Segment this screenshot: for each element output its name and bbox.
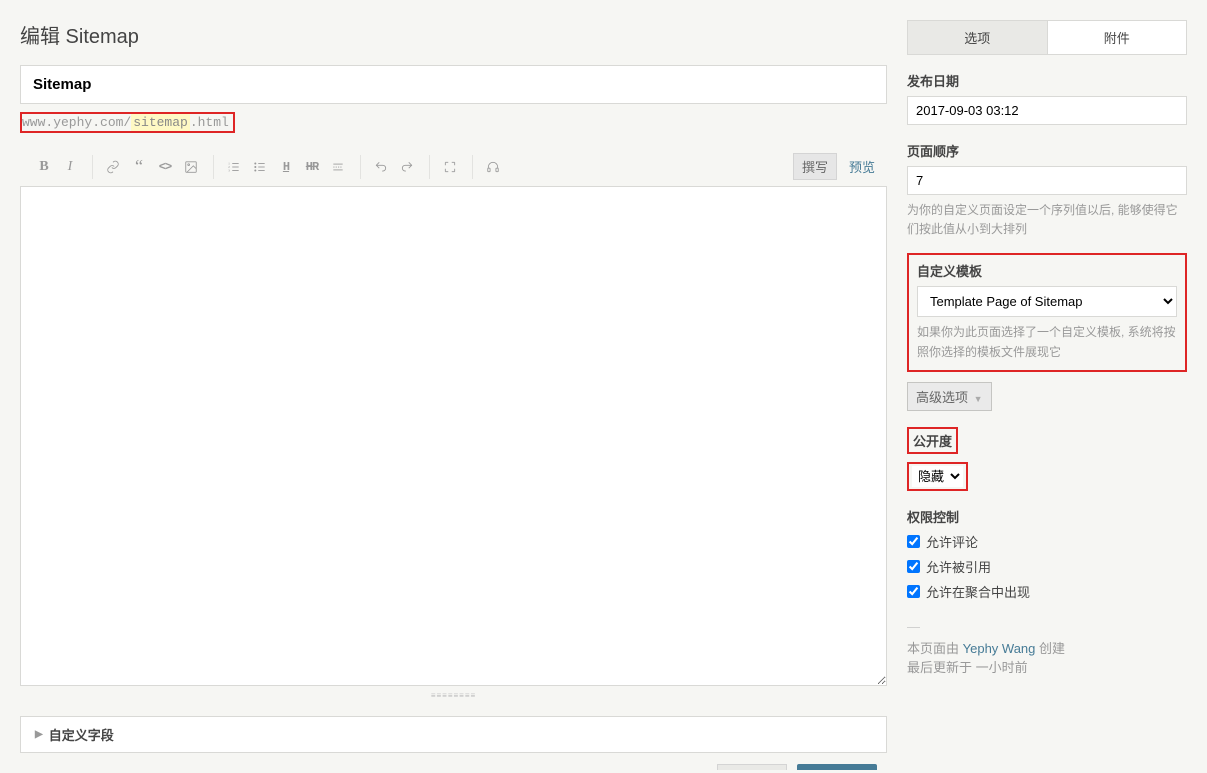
perm-aggregate[interactable]: 允许在聚合中出现 xyxy=(907,582,1187,601)
write-tab[interactable]: 撰写 xyxy=(793,153,837,180)
custom-fields-label: 自定义字段 xyxy=(49,725,114,744)
editor-toolbar: B I “ <> 123 H HR xyxy=(20,147,887,186)
title-input[interactable] xyxy=(20,65,887,104)
footer-button-peek-2 xyxy=(797,764,877,770)
permission-label: 权限控制 xyxy=(907,507,1187,526)
svg-text:3: 3 xyxy=(228,168,230,172)
advanced-options-label: 高级选项 xyxy=(916,390,968,405)
meta-info: — 本页面由 Yephy Wang 创建 最后更新于 一小时前 xyxy=(907,619,1187,676)
headphones-button[interactable] xyxy=(481,155,505,179)
tab-attachments[interactable]: 附件 xyxy=(1047,21,1187,54)
publish-date-input[interactable] xyxy=(907,96,1187,125)
quote-button[interactable]: “ xyxy=(127,155,151,179)
content-editor[interactable] xyxy=(20,186,887,686)
advanced-options-button[interactable]: 高级选项 ▼ xyxy=(907,382,992,411)
unordered-list-button[interactable] xyxy=(248,155,272,179)
permalink-domain: www.yephy.com/ xyxy=(22,115,131,130)
perm-comment[interactable]: 允许评论 xyxy=(907,532,1187,551)
visibility-label: 公开度 xyxy=(907,427,958,454)
page-order-help: 为你的自定义页面设定一个序列值以后, 能够使得它们按此值从小到大排列 xyxy=(907,201,1187,239)
preview-tab[interactable]: 预览 xyxy=(841,154,883,179)
caret-down-icon: ▼ xyxy=(974,394,983,404)
meta-updated: 最后更新于 一小时前 xyxy=(907,657,1187,676)
image-button[interactable] xyxy=(179,155,203,179)
tab-options[interactable]: 选项 xyxy=(908,21,1047,54)
page-order-label: 页面顺序 xyxy=(907,141,1187,160)
undo-button[interactable] xyxy=(369,155,393,179)
footer-button-peek-1 xyxy=(717,764,787,770)
template-section: 自定义模板 Template Page of Sitemap 如果你为此页面选择… xyxy=(907,253,1187,371)
chevron-right-icon: ▶ xyxy=(35,729,43,740)
template-select[interactable]: Template Page of Sitemap xyxy=(917,286,1177,317)
sidebar-tabs: 选项 附件 xyxy=(907,20,1187,55)
resize-handle[interactable]: ≡≡≡≡≡≡≡≡ xyxy=(20,689,887,702)
publish-date-label: 发布日期 xyxy=(907,71,1187,90)
heading-button[interactable]: H xyxy=(274,155,298,179)
page-heading: 编辑 Sitemap xyxy=(20,20,887,49)
permalink[interactable]: www.yephy.com/sitemap.html xyxy=(20,112,235,133)
more-button[interactable] xyxy=(326,155,350,179)
template-label: 自定义模板 xyxy=(917,261,1177,280)
code-button[interactable]: <> xyxy=(153,155,177,179)
ordered-list-button[interactable]: 123 xyxy=(222,155,246,179)
fullscreen-button[interactable] xyxy=(438,155,462,179)
template-help: 如果你为此页面选择了一个自定义模板, 系统将按照你选择的模板文件展现它 xyxy=(917,323,1177,361)
redo-button[interactable] xyxy=(395,155,419,179)
custom-fields-toggle[interactable]: ▶ 自定义字段 xyxy=(20,716,887,753)
page-order-input[interactable] xyxy=(907,166,1187,195)
perm-aggregate-checkbox[interactable] xyxy=(907,585,920,598)
visibility-select[interactable]: 隐藏 xyxy=(912,466,963,487)
perm-pingback-checkbox[interactable] xyxy=(907,560,920,573)
bold-button[interactable]: B xyxy=(32,155,56,179)
perm-pingback[interactable]: 允许被引用 xyxy=(907,557,1187,576)
author-link[interactable]: Yephy Wang xyxy=(963,641,1036,656)
italic-button[interactable]: I xyxy=(58,155,82,179)
permalink-ext: .html xyxy=(190,115,229,130)
perm-comment-checkbox[interactable] xyxy=(907,535,920,548)
hr-button[interactable]: HR xyxy=(300,155,324,179)
link-button[interactable] xyxy=(101,155,125,179)
permalink-slug[interactable]: sitemap xyxy=(131,114,190,131)
